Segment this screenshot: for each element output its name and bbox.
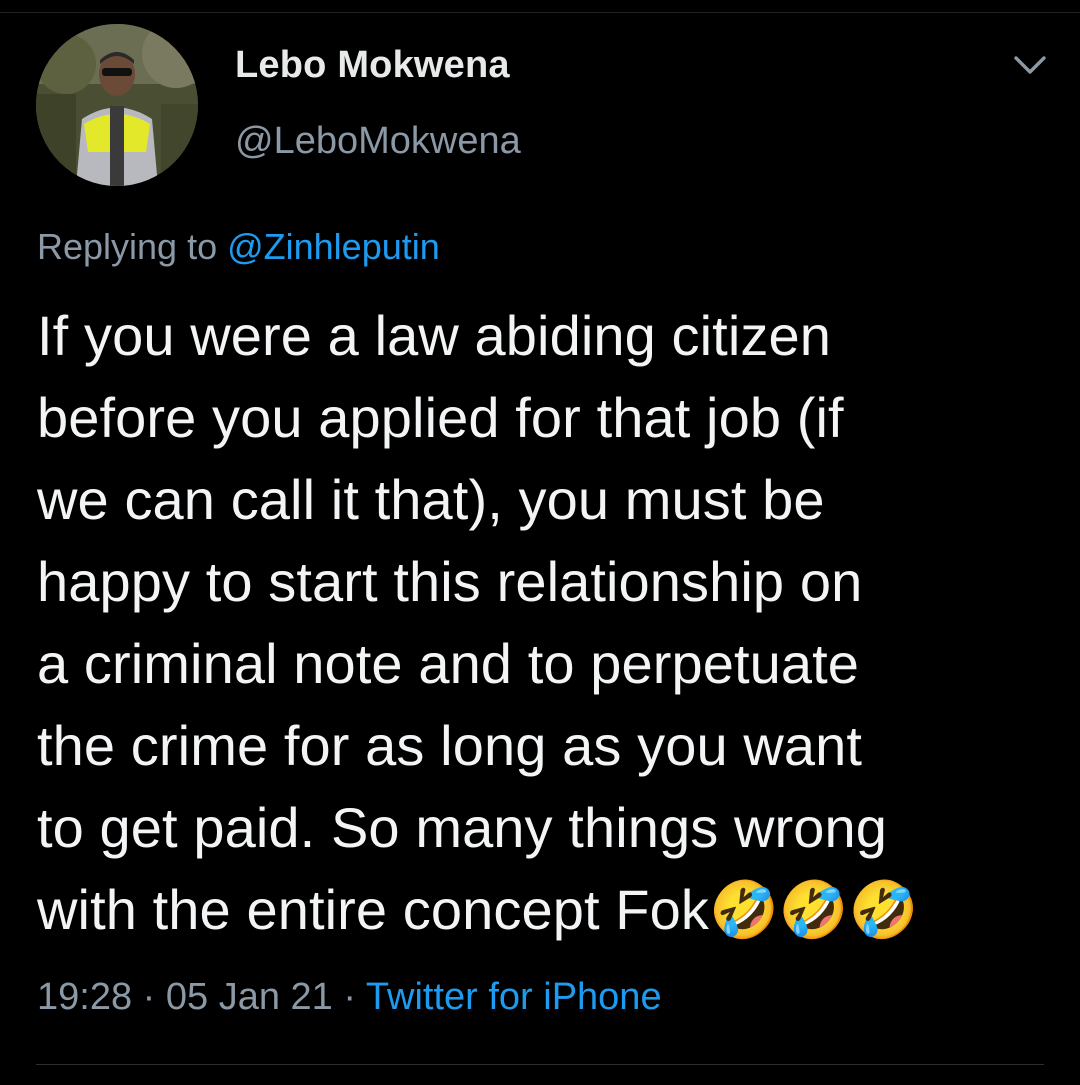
more-menu-button[interactable] (1008, 48, 1052, 84)
replying-to-line: Replying to @Zinhleputin (37, 226, 440, 268)
meta-separator: · (132, 976, 166, 1018)
user-handle[interactable]: @LeboMokwena (235, 120, 521, 163)
chevron-down-icon (1014, 56, 1046, 74)
bottom-divider (36, 1064, 1044, 1065)
tweet-source-link[interactable]: Twitter for iPhone (366, 976, 662, 1018)
display-name[interactable]: Lebo Mokwena (235, 44, 510, 87)
meta-separator: · (332, 976, 366, 1018)
replying-to-label: Replying to (37, 226, 228, 267)
avatar-photo (36, 24, 198, 186)
tweet-meta: 19:28 · 05 Jan 21 · Twitter for iPhone (37, 976, 662, 1019)
reply-mention-link[interactable]: @Zinhleputin (227, 226, 440, 267)
tweet-date[interactable]: 05 Jan 21 (166, 976, 333, 1018)
top-divider (0, 12, 1080, 13)
tweet-text: If you were a law abiding citizen before… (37, 304, 919, 941)
tweet-time[interactable]: 19:28 (37, 976, 132, 1018)
avatar[interactable] (36, 24, 198, 186)
